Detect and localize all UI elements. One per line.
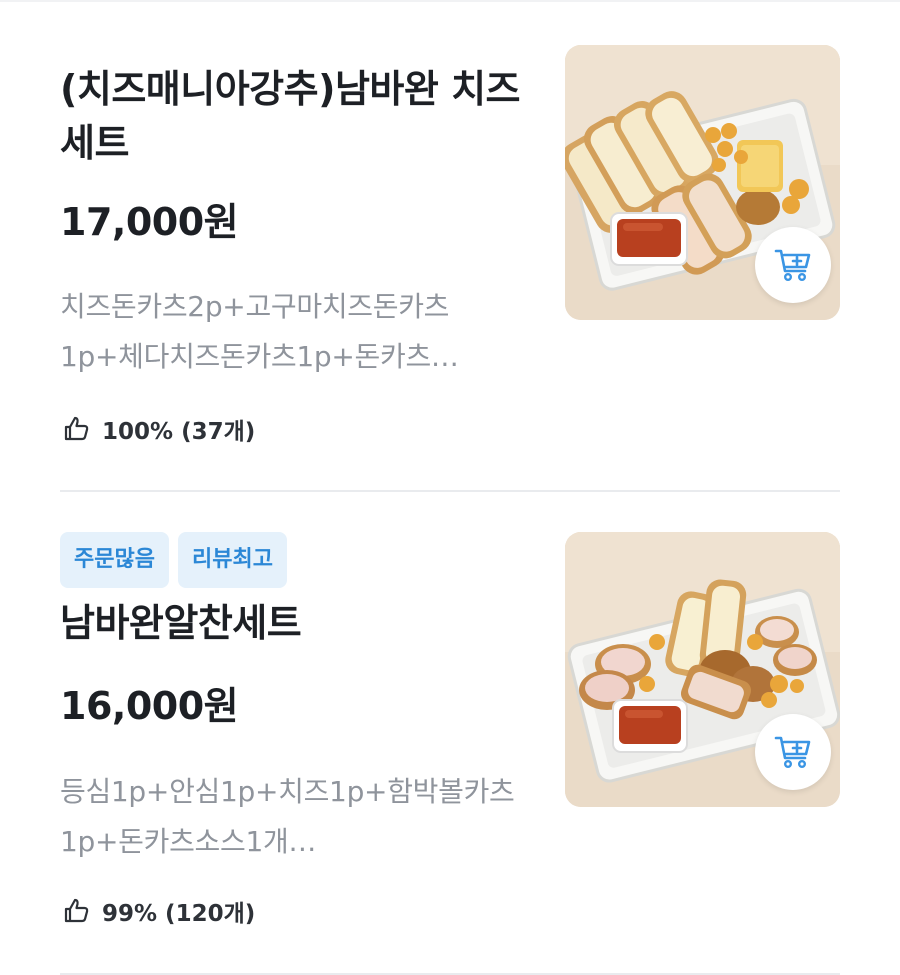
add-to-cart-icon — [774, 736, 811, 769]
add-to-cart-icon — [774, 249, 811, 282]
thumbs-up-icon — [64, 898, 89, 923]
menu-item-description: 등심1p+안심1p+치즈1p+함박볼카츠1p+돈카츠소스1개… — [60, 775, 515, 858]
menu-item-rating: 99% (120개) — [60, 894, 255, 928]
rating-text: 99% (120개) — [102, 901, 256, 927]
menu-item-description: 치즈돈카츠2p+고구마치즈돈카츠1p+체다치즈돈카츠1p+돈카츠… — [60, 290, 459, 373]
menu-item[interactable]: (치즈매니아강추)남바완 치즈세트 17,000원 치즈돈카츠2p+고구마치즈돈… — [60, 0, 840, 492]
add-to-cart-button[interactable] — [755, 227, 831, 303]
menu-item-name: (치즈매니아강추)남바완 치즈세트 — [60, 67, 521, 165]
menu-item-photo[interactable] — [565, 45, 840, 320]
menu-item-price: 17,000원 — [60, 200, 239, 244]
add-to-cart-button[interactable] — [755, 714, 831, 790]
menu-item-photo[interactable] — [565, 532, 840, 807]
menu-item-rating: 100% (37개) — [60, 412, 255, 446]
menu-item-name: 남바완알찬세트 — [60, 601, 302, 645]
menu-item[interactable]: 주문많음 리뷰최고 남바완알찬세트 16,000원 등심1p+안심1p+치즈1p… — [60, 492, 840, 975]
rating-text: 100% (37개) — [102, 419, 256, 445]
badge-best-review: 리뷰최고 — [177, 532, 287, 588]
menu-item-price: 16,000원 — [60, 684, 239, 728]
thumbs-up-icon — [64, 416, 89, 441]
badge-popular: 주문많음 — [60, 532, 169, 588]
badge-list: 주문많음 리뷰최고 — [60, 532, 287, 588]
